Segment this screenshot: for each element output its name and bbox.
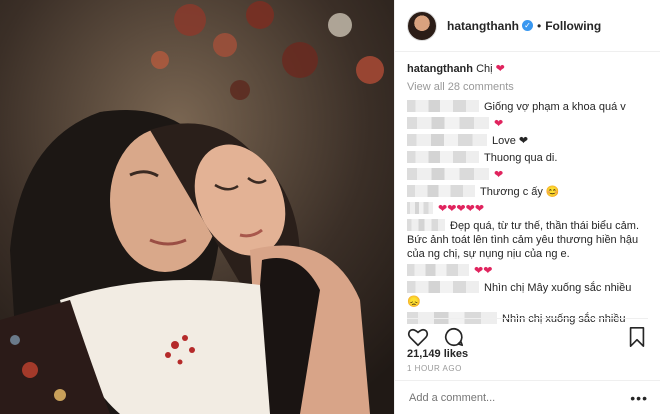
more-options-icon[interactable]: •••	[630, 390, 648, 406]
comment-row: Thương c ấy 😊	[407, 185, 648, 199]
comment-text: ❤❤	[474, 265, 493, 277]
post-photo-illustration	[0, 0, 394, 414]
comment-text: ❤	[494, 169, 504, 181]
username[interactable]: hatangthanh	[447, 19, 519, 33]
post-caption: hatangthanh Chị ❤	[407, 62, 648, 76]
comment-row: Đẹp quá, từ tư thế, thần thái biểu cảm. …	[407, 219, 648, 261]
view-all-comments-link[interactable]: View all 28 comments	[407, 80, 648, 94]
comment-row: ❤	[407, 117, 648, 131]
blurred-username	[407, 151, 479, 163]
comment-button[interactable]	[443, 326, 465, 348]
comment-row: ❤❤❤❤❤	[407, 202, 648, 216]
avatar[interactable]	[407, 10, 437, 41]
verified-badge-icon: ✓	[522, 20, 533, 31]
comment-text: Giống vợ phạm a khoa quá v	[484, 101, 626, 113]
blurred-username	[407, 202, 433, 214]
heart-outline-icon	[407, 328, 429, 347]
bookmark-icon	[629, 327, 645, 347]
caption-text: Chị	[476, 63, 493, 75]
blurred-username	[407, 134, 487, 146]
blurred-username	[407, 281, 479, 293]
caption-username[interactable]: hatangthanh	[407, 63, 473, 75]
separator-dot: •	[537, 18, 542, 33]
save-button[interactable]	[626, 326, 648, 348]
likes-count[interactable]: 21,149 likes	[407, 348, 468, 360]
like-button[interactable]	[407, 326, 429, 348]
post-photo[interactable]	[0, 0, 394, 414]
comment-row: Love ❤	[407, 134, 648, 148]
add-comment-input[interactable]	[407, 390, 631, 405]
comments-list: hatangthanh Chị ❤ View all 28 comments G…	[395, 52, 660, 326]
follow-status-button[interactable]: Following	[545, 19, 601, 33]
post-timestamp: 1 HOUR AGO	[407, 364, 462, 373]
post-side-panel: hatangthanh ✓ • Following hatangthanh Ch…	[394, 0, 660, 414]
comment-text: ❤❤❤❤❤	[438, 203, 485, 215]
blurred-username	[407, 185, 475, 197]
heart-emoji: ❤	[495, 63, 505, 75]
comment-text: ❤	[494, 118, 504, 130]
speech-bubble-icon	[444, 327, 464, 347]
post-header: hatangthanh ✓ • Following	[395, 0, 660, 52]
blurred-username	[407, 219, 445, 231]
blurred-username	[407, 100, 479, 112]
comment-row: Thuong qua di.	[407, 151, 648, 165]
comment-text: Thuong qua di.	[484, 152, 558, 164]
comment-row: Nhìn chị Mây xuống sắc nhiều 😞	[407, 281, 648, 309]
comment-text: Thương c ấy 😊	[480, 186, 560, 198]
comment-row: Giống vợ phạm a khoa quá v	[407, 100, 648, 114]
comment-row: ❤❤	[407, 264, 648, 278]
blurred-username	[407, 117, 489, 129]
blurred-username	[407, 168, 489, 180]
blurred-username	[407, 264, 469, 276]
comment-text: Love ❤	[492, 135, 529, 147]
post-actions	[407, 318, 648, 351]
comment-row: ❤	[407, 168, 648, 182]
add-comment-bar: •••	[395, 380, 660, 414]
